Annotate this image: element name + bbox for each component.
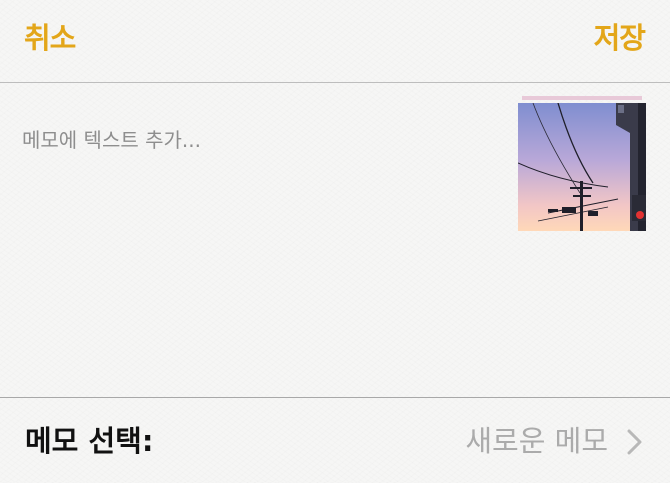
chevron-right-icon (627, 429, 642, 455)
image-thumbnail[interactable] (518, 103, 646, 231)
attachment-stack-indicator (522, 96, 642, 100)
photo-preview (518, 103, 646, 231)
memo-text-input[interactable] (22, 128, 492, 152)
navigation-bar: 취소 저장 (0, 0, 670, 83)
memo-select-row[interactable]: 메모 선택: 새로운 메모 (0, 397, 670, 483)
memo-select-value: 새로운 메모 (465, 424, 608, 458)
save-button[interactable]: 저장 (594, 20, 646, 56)
memo-select-label: 메모 선택: (25, 424, 154, 458)
memo-composer (0, 83, 670, 397)
cancel-button[interactable]: 취소 (24, 20, 76, 56)
